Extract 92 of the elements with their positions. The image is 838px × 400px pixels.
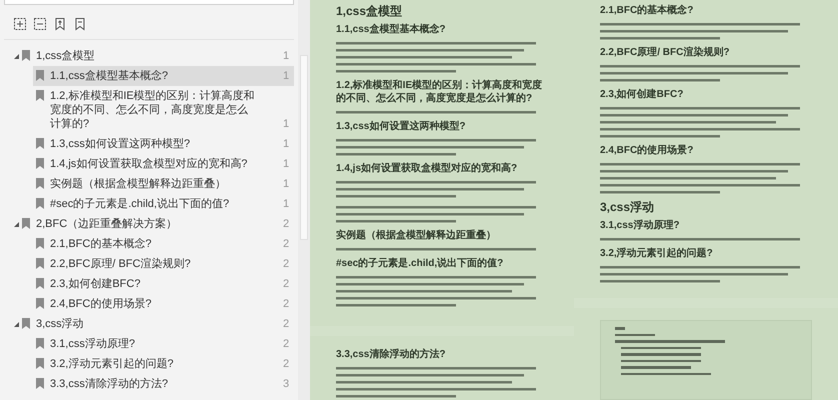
bookmark-icon <box>36 238 44 249</box>
outline-item-label: 1.1,css盒模型基本概念? <box>50 69 169 83</box>
expand-toggle[interactable] <box>14 322 22 326</box>
outline-item-label: 2.2,BFC原理/ BFC渲染规则? <box>50 257 192 271</box>
page-number: 2 <box>282 237 290 251</box>
document-subheading: 2.1,BFC的基本概念? <box>600 4 694 17</box>
document-subheading: 1.4,js如何设置获取盒模型对应的宽和高? <box>336 162 518 175</box>
outline-item-label: #sec的子元素是.child,说出下面的值? <box>50 197 230 211</box>
page-number: 1 <box>282 117 290 131</box>
bookmark-icon <box>73 17 87 31</box>
outline-item[interactable]: 1.2,标准模型和IE模型的区别：计算高度和宽度的不同、怎么不同，高度宽度是怎么计算的? 1 <box>33 86 294 134</box>
expand-toggle[interactable] <box>14 54 22 58</box>
outline-item[interactable]: 1.4,js如何设置获取盒模型对应的宽和高? 1 <box>33 154 294 174</box>
outline-item[interactable]: 2.3,如何创建BFC? 2 <box>33 274 294 294</box>
bookmark-icon <box>36 178 44 189</box>
bookmark-icon <box>36 378 44 389</box>
bookmark-icon <box>36 358 44 369</box>
document-subheading: 实例题（根据盒模型解释边距重叠） <box>336 229 497 242</box>
outline-item-label: 3.3,css清除浮动的方法? <box>50 377 169 391</box>
scrollbar-thumb[interactable] <box>300 55 308 240</box>
document-heading: 1,css盒模型 <box>336 4 404 19</box>
expanded-triangle-icon <box>14 222 19 226</box>
page-number: 2 <box>282 257 290 271</box>
bookmark-icon <box>36 298 44 309</box>
outline-item[interactable]: #sec的子元素是.child,说出下面的值? 1 <box>33 194 294 214</box>
outline-item-label: 3,css浮动 <box>36 317 85 331</box>
collapse-all-icon <box>33 17 47 31</box>
document-subheading: 1.1,css盒模型基本概念? <box>336 23 446 36</box>
page-number: 1 <box>282 49 290 63</box>
outline-item-label: 3.1,css浮动原理? <box>50 337 136 351</box>
page-number: 1 <box>282 69 290 83</box>
outline-item-label: 1.4,js如何设置获取盒模型对应的宽和高? <box>50 157 248 171</box>
outline-item[interactable]: 2.4,BFC的使用场景? 2 <box>33 294 294 314</box>
outline-item[interactable]: 2.2,BFC原理/ BFC渲染规则? 2 <box>33 254 294 274</box>
bookmark-icon <box>22 218 30 229</box>
expand-toggle[interactable] <box>14 222 22 226</box>
page-number: 3 <box>282 377 290 391</box>
page-number: 2 <box>282 277 290 291</box>
bookmark-icon <box>22 318 30 329</box>
document-subheading: 3.1,css浮动原理? <box>600 219 680 232</box>
input-field[interactable] <box>4 0 294 5</box>
bookmark-icon <box>36 90 44 101</box>
scrollbar[interactable] <box>298 0 310 400</box>
expand-all-icon <box>13 17 27 31</box>
bookmark-icon <box>36 158 44 169</box>
bookmark-icon <box>36 278 44 289</box>
page-number: 1 <box>282 157 290 171</box>
outline-item[interactable]: 1,css盒模型 1 <box>14 46 294 66</box>
outline-item[interactable]: 3,css浮动 2 <box>14 314 294 334</box>
page-number: 1 <box>282 177 290 191</box>
bookmark-icon <box>22 50 30 61</box>
page-number: 2 <box>282 217 290 231</box>
page-number: 2 <box>282 337 290 351</box>
bookmark-icon <box>36 138 44 149</box>
document-subheading: 2.2,BFC原理/ BFC渲染规则? <box>600 46 730 59</box>
document-subheading: 1.3,css如何设置这两种模型? <box>336 120 466 133</box>
outline-item-label: 实例题（根据盒模型解释边距重叠） <box>50 177 227 191</box>
expanded-triangle-icon <box>14 322 19 326</box>
page-number: 2 <box>282 297 290 311</box>
page-number: 1 <box>282 137 290 151</box>
outline-item-label: 2.4,BFC的使用场景? <box>50 297 152 311</box>
outline-item[interactable]: 3.3,css清除浮动的方法? 3 <box>33 374 294 394</box>
document-subheading: 3.2,浮动元素引起的问题? <box>600 247 714 260</box>
outline-item-label: 1,css盒模型 <box>36 49 96 63</box>
document-subheading: 2.4,BFC的使用场景? <box>600 144 694 157</box>
outline-item[interactable]: 2.1,BFC的基本概念? 2 <box>33 234 294 254</box>
outline-item[interactable]: 2,BFC（边距重叠解决方案） 2 <box>14 214 294 234</box>
document-subheading: 2.3,如何创建BFC? <box>600 88 684 101</box>
outline-item-label: 1.3,css如何设置这两种模型? <box>50 137 191 151</box>
bookmark-icon <box>53 17 67 31</box>
outline-item-label: 3.2,浮动元素引起的问题? <box>50 357 174 371</box>
document-subheading: #sec的子元素是.child,说出下面的值? <box>336 257 504 270</box>
bookmark-icon <box>36 338 44 349</box>
document-subheading: 1.2,标准模型和IE模型的区别：计算高度和宽度的不同、怎么不同，高度宽度是怎么计算的? <box>336 79 544 105</box>
document-subheading: 3.3,css清除浮动的方法? <box>336 348 446 361</box>
bookmark-icon <box>36 70 44 81</box>
outline-item-label: 1.2,标准模型和IE模型的区别：计算高度和宽度的不同、怎么不同，高度宽度是怎么计算的? <box>50 89 255 131</box>
expanded-triangle-icon <box>14 54 19 58</box>
outline-item[interactable]: 3.2,浮动元素引起的问题? 2 <box>33 354 294 374</box>
bookmark-icon <box>36 258 44 269</box>
bookmark-icon <box>36 198 44 209</box>
outline-item-label: 2.3,如何创建BFC? <box>50 277 142 291</box>
outline-item[interactable]: 1.1,css盒模型基本概念? 1 <box>33 66 294 86</box>
page-number: 1 <box>282 197 290 211</box>
document-heading: 3,css浮动 <box>600 200 656 215</box>
outline-item[interactable]: 1.3,css如何设置这两种模型? 1 <box>33 134 294 154</box>
page-number: 2 <box>282 317 290 331</box>
outline-item[interactable]: 实例题（根据盒模型解释边距重叠） 1 <box>33 174 294 194</box>
outline-item-label: 2.1,BFC的基本概念? <box>50 237 152 251</box>
page-number: 2 <box>282 357 290 371</box>
outline-item[interactable]: 3.1,css浮动原理? 2 <box>33 334 294 354</box>
outline-item-label: 2,BFC（边距重叠解决方案） <box>36 217 178 231</box>
